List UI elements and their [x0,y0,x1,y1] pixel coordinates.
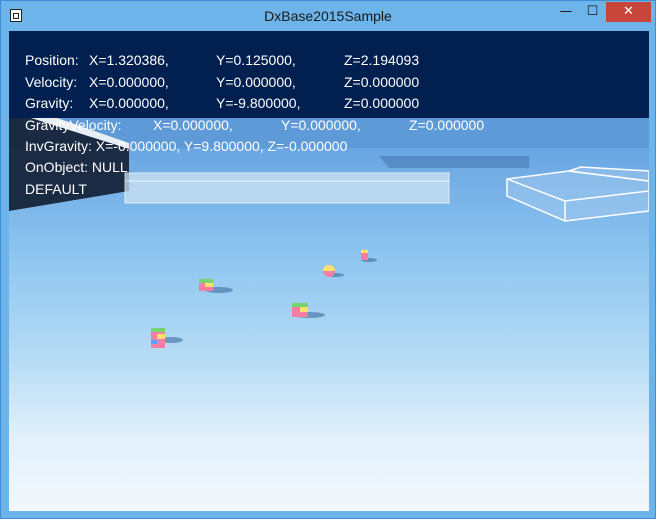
object-1[interactable] [199,279,233,293]
object-4[interactable] [361,250,377,262]
hud-mode: DEFAULT [25,181,87,197]
hud-on-object: OnObject: NULL [25,159,128,175]
hud-gravity-velocity-z: Z=0.000000 [409,117,485,133]
hud-velocity-z: Z=0.000000 [344,74,420,90]
hud-gravity-z: Z=0.000000 [344,95,420,111]
hud-position-z: Z=2.194093 [344,52,420,68]
minimize-button[interactable]: — [553,2,579,22]
maximize-button[interactable]: ☐ [579,2,606,22]
hud-position-y: Y=0.125000, [216,52,296,68]
platform-shadow [379,156,529,168]
hud-velocity-label: Velocity: [25,74,78,90]
hud-inv-gravity: InvGravity: X=-0.000000, Y=9.800000, Z=-… [25,138,348,154]
hud-velocity-x: X=0.000000, [89,74,169,90]
render-viewport[interactable]: Position: X=1.320386, Y=0.125000, Z=2.19… [9,31,649,511]
hud-gravity-velocity-label: GravityVelocity: [25,117,122,133]
object-3[interactable] [151,328,183,348]
title-bar[interactable]: DxBase2015Sample — ☐ ✕ [1,1,655,31]
hud-position-label: Position: [25,52,79,68]
right-platform [506,166,649,222]
glass-block [124,172,450,204]
player-ball[interactable] [323,265,344,277]
hud-gravity-y: Y=-9.800000, [216,95,301,111]
object-2[interactable] [292,303,325,318]
hud-position-x: X=1.320386, [89,52,169,68]
app-window: DxBase2015Sample — ☐ ✕ Position: X=1.320… [0,0,656,519]
hud-velocity-y: Y=0.000000, [216,74,296,90]
hud-gravity-velocity-y: Y=0.000000, [281,117,361,133]
hud-gravity-label: Gravity: [25,95,74,111]
close-button[interactable]: ✕ [606,2,651,22]
hud-gravity-x: X=0.000000, [89,95,169,111]
hud-gravity-velocity-x: X=0.000000, [153,117,233,133]
